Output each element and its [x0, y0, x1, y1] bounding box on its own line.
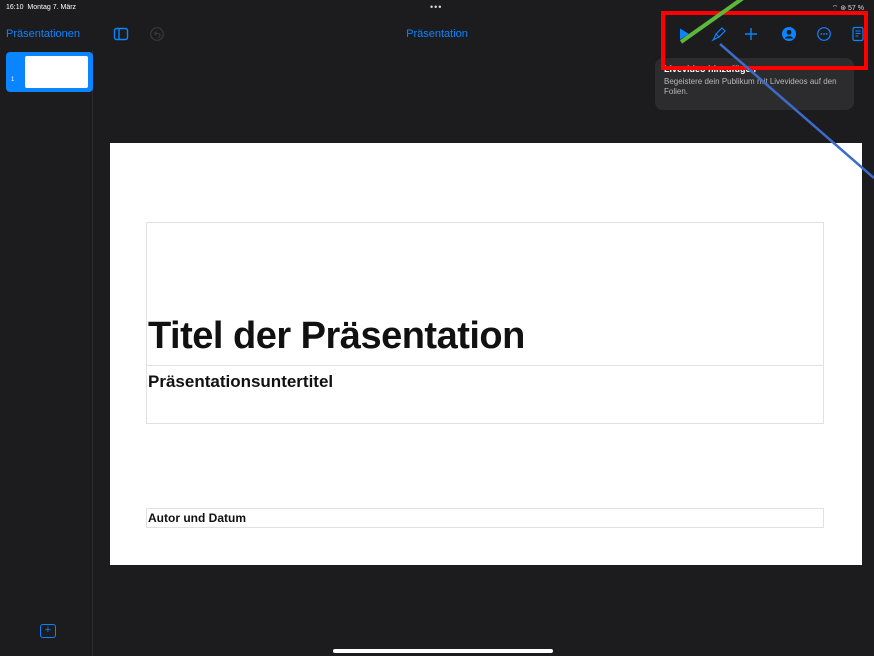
slide-thumbnail-selected[interactable]: 1 — [6, 52, 93, 92]
keynote-window: 16:10 Montag 7. März ••• ⌔ ⊛ 57 % Präsen… — [0, 0, 874, 656]
home-indicator[interactable] — [333, 649, 553, 653]
status-time: 16:10 Montag 7. März — [6, 4, 77, 11]
slide-author[interactable]: Autor und Datum — [148, 511, 246, 525]
slide-number: 1 — [11, 77, 15, 83]
author-placeholder[interactable] — [146, 508, 824, 528]
slide-title[interactable]: Titel der Präsentation — [148, 315, 525, 358]
tooltip-description: Begeistere dein Publikum mit Livevideos … — [664, 77, 837, 96]
slide-subtitle[interactable]: Präsentationsuntertitel — [148, 372, 333, 392]
toolbar-highlight-box — [661, 11, 868, 70]
multitasking-dots[interactable]: ••• — [430, 2, 442, 12]
slide-thumbnail-preview[interactable] — [25, 56, 88, 88]
slide-navigator: 1 + — [0, 50, 93, 656]
add-slide-button[interactable]: + — [40, 624, 56, 638]
slide[interactable]: Titel der Präsentation Präsentationsunte… — [110, 143, 862, 565]
